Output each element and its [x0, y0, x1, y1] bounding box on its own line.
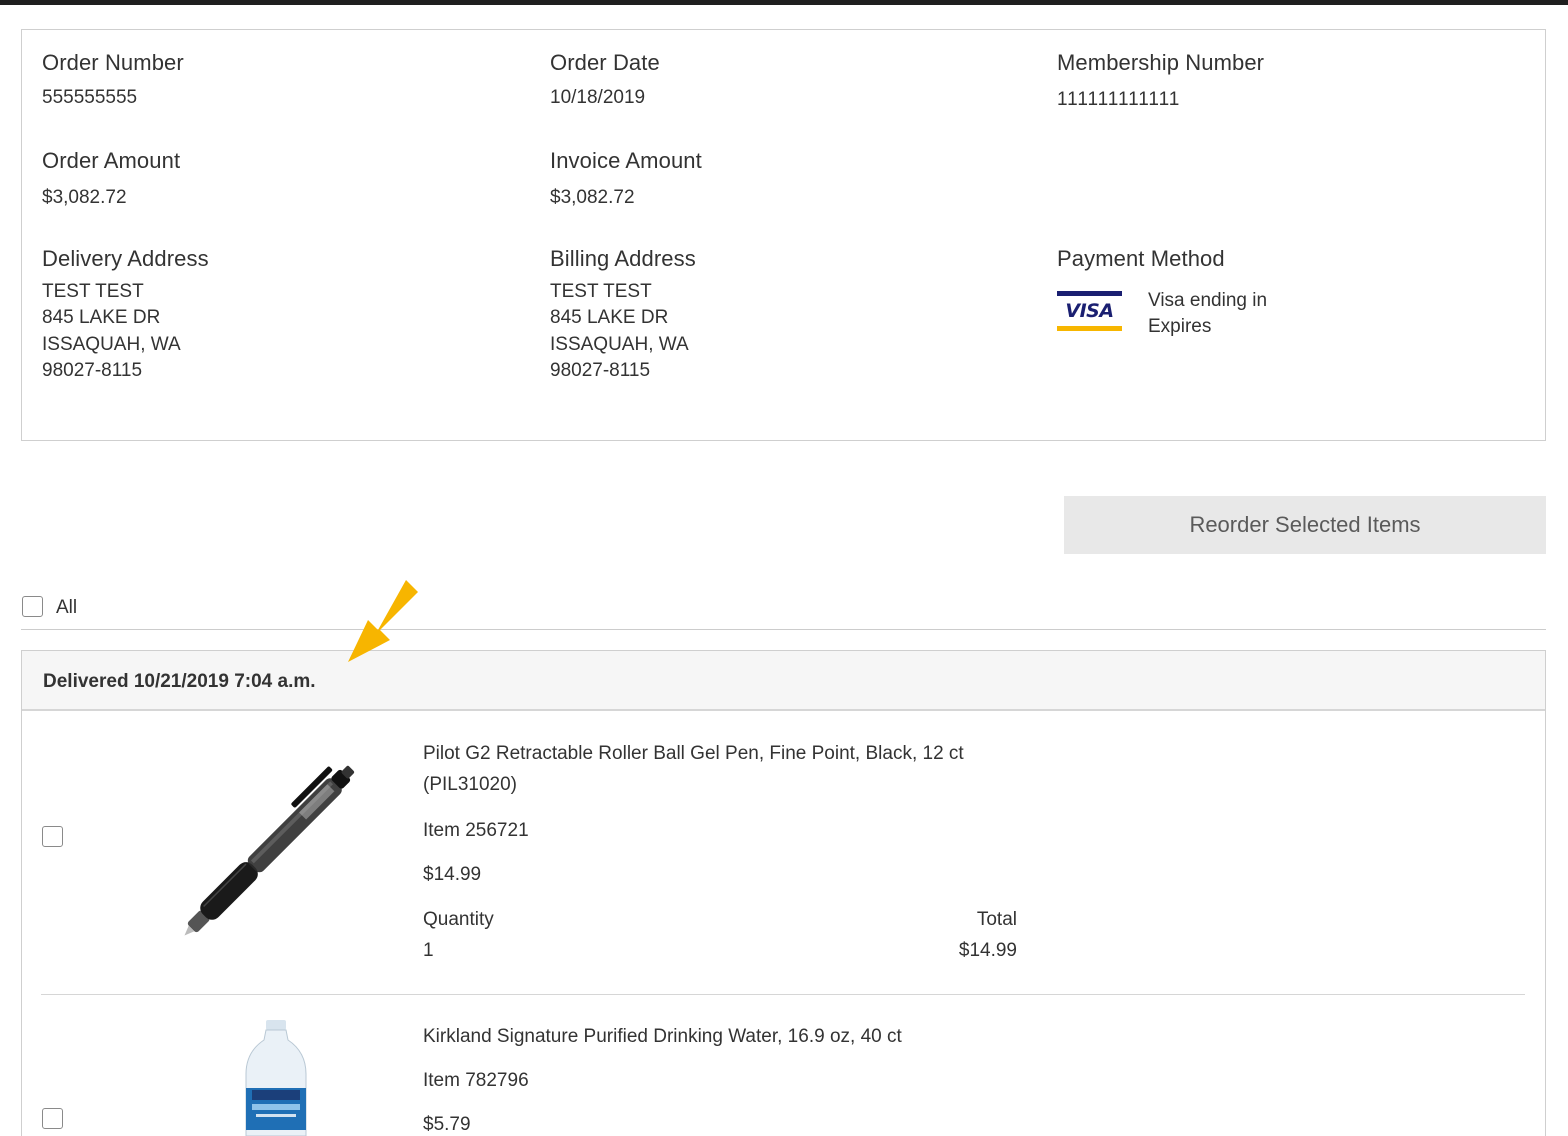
item-title[interactable]: Kirkland Signature Purified Drinking Wat…: [423, 1021, 1023, 1052]
card-expires-text: Expires: [1148, 316, 1212, 338]
delivery-address: TEST TEST 845 LAKE DR ISSAQUAH, WA 98027…: [42, 279, 209, 384]
item-number: Item 256721: [423, 820, 529, 841]
delivery-address-line: ISSAQUAH, WA: [42, 333, 181, 355]
payment-method-label: Payment Method: [1057, 246, 1225, 271]
pen-product-image[interactable]: [165, 735, 385, 955]
order-date-field: Order Date 10/18/2019: [550, 50, 660, 111]
membership-number-field: Membership Number 111111111111: [1057, 50, 1264, 113]
quantity-value: 1: [423, 940, 434, 961]
billing-address-line: TEST TEST: [550, 281, 652, 302]
top-bar: [0, 0, 1568, 5]
billing-address-field: Billing Address TEST TEST 845 LAKE DR IS…: [550, 246, 696, 384]
visa-card-icon: VISA: [1057, 291, 1122, 331]
select-all-label[interactable]: All: [56, 597, 77, 619]
order-summary-panel: Order Number 555555555 Order Date 10/18/…: [21, 29, 1546, 441]
annotation-arrow-icon: [348, 580, 418, 662]
visa-logo-text: VISA: [1065, 300, 1114, 322]
total-value: $14.99: [958, 940, 1017, 961]
item-number: Item 782796: [423, 1070, 529, 1091]
order-amount-label: Order Amount: [42, 148, 181, 173]
delivery-address-line: 845 LAKE DR: [42, 307, 161, 329]
payment-card-details: Visa ending in Expires: [1148, 288, 1267, 341]
item-divider: [41, 994, 1525, 995]
order-amount-value: $3,082.72: [42, 187, 127, 208]
invoice-amount-field: Invoice Amount $3,082.72: [550, 148, 702, 211]
item-checkbox[interactable]: [42, 826, 63, 847]
delivery-address-line: TEST TEST: [42, 281, 144, 302]
order-number-label: Order Number: [42, 50, 184, 75]
membership-number-label: Membership Number: [1057, 50, 1265, 75]
billing-address-label: Billing Address: [550, 246, 696, 271]
reorder-selected-items-button[interactable]: Reorder Selected Items: [1064, 496, 1546, 554]
delivery-address-line: 98027-8115: [42, 359, 143, 381]
billing-address-line: 845 LAKE DR: [550, 307, 669, 329]
order-number-value: 555555555: [42, 87, 138, 108]
membership-number-value: 111111111111: [1057, 89, 1181, 110]
quantity-label: Quantity: [423, 909, 494, 930]
invoice-amount-label: Invoice Amount: [550, 148, 702, 173]
payment-method-field: Payment Method VISA Visa ending in Expir…: [1057, 246, 1497, 366]
item-checkbox[interactable]: [42, 1108, 63, 1129]
order-amount-field: Order Amount $3,082.72: [42, 148, 180, 211]
order-date-label: Order Date: [550, 50, 660, 75]
select-all-checkbox[interactable]: [22, 596, 43, 617]
billing-address-line: ISSAQUAH, WA: [550, 333, 689, 355]
delivered-status-text: Delivered 10/21/2019 7:04 a.m.: [43, 671, 316, 692]
delivery-status-header: Delivered 10/21/2019 7:04 a.m.: [22, 651, 1545, 711]
item-price: $5.79: [423, 1114, 471, 1135]
total-label: Total: [976, 909, 1017, 930]
billing-address: TEST TEST 845 LAKE DR ISSAQUAH, WA 98027…: [550, 279, 696, 384]
delivery-address-label: Delivery Address: [42, 246, 209, 271]
billing-address-line: 98027-8115: [550, 359, 651, 381]
invoice-amount-value: $3,082.72: [550, 187, 635, 208]
item-title[interactable]: Pilot G2 Retractable Roller Ball Gel Pen…: [423, 738, 1023, 800]
card-ending-text: Visa ending in: [1148, 290, 1268, 311]
order-number-field: Order Number 555555555: [42, 50, 184, 111]
water-bottle-product-image[interactable]: [236, 1018, 316, 1136]
item-price: $14.99: [423, 864, 482, 885]
divider: [21, 629, 1546, 630]
delivery-address-field: Delivery Address TEST TEST 845 LAKE DR I…: [42, 246, 209, 384]
order-date-value: 10/18/2019: [550, 87, 646, 108]
